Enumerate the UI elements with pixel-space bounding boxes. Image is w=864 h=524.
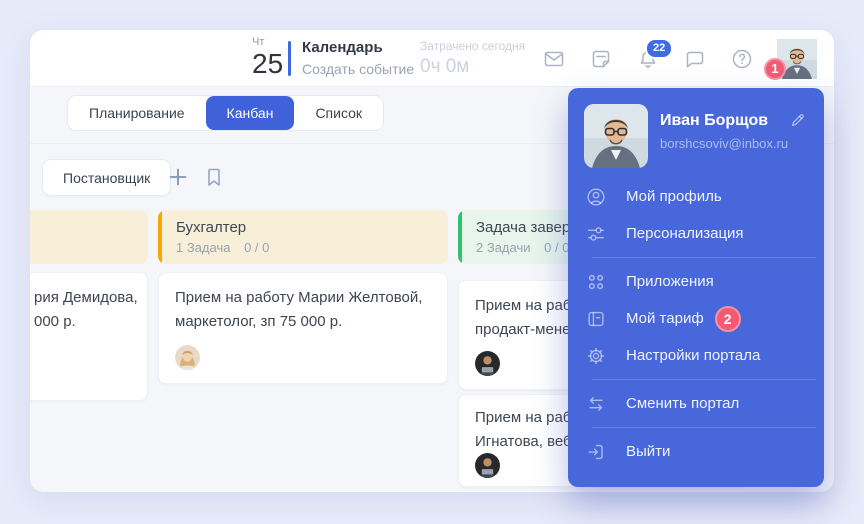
menu-item-label: Приложения (626, 273, 714, 290)
bookmark-icon[interactable] (203, 166, 225, 188)
menu-item-portal-settings[interactable]: Настройки портала (568, 337, 824, 374)
gear-icon (585, 345, 607, 367)
add-filter-icon[interactable] (167, 166, 189, 188)
user-circle-icon (585, 186, 607, 208)
sliders-icon (585, 223, 607, 245)
menu-divider (592, 427, 816, 428)
column-title: Бухгалтер (176, 219, 247, 236)
profile-avatar-button[interactable]: 1 (764, 38, 817, 80)
column-accent-bar (158, 210, 162, 264)
profile-email: borshcsoviv@inbox.ru (660, 136, 789, 151)
view-switcher: Планирование Канбан Список (67, 95, 385, 131)
notifications-count-badge: 22 (645, 37, 674, 59)
tab-planning[interactable]: Планирование (68, 96, 206, 130)
create-event-link[interactable]: Создать событие (302, 61, 414, 77)
profile-menu-list: Мой профиль Персонализация Приложения Мо… (568, 178, 824, 470)
menu-item-label: Настройки портала (626, 347, 761, 364)
menu-item-label: Выйти (626, 443, 671, 460)
menu-item-switch-portal[interactable]: Сменить портал (568, 385, 824, 422)
tariff-icon (585, 308, 607, 330)
tab-kanban[interactable]: Канбан (205, 96, 295, 130)
swap-arrows-icon (585, 393, 607, 415)
page-background: Чт 25 Календарь Создать событие Затрачен… (0, 0, 864, 524)
originator-filter-button[interactable]: Постановщик (42, 159, 172, 196)
tab-list[interactable]: Список (294, 96, 383, 130)
profile-alert-badge: 1 (764, 57, 786, 80)
menu-item-personalization[interactable]: Персонализация (568, 215, 824, 252)
task-card[interactable]: Прием на работу Марии Желтовой, маркетол… (158, 272, 448, 384)
menu-item-apps[interactable]: Приложения (568, 263, 824, 300)
apps-grid-icon (585, 271, 607, 293)
menu-item-logout[interactable]: Выйти (568, 433, 824, 470)
day-number: 25 (252, 48, 284, 79)
profile-name: Иван Борщов (660, 112, 769, 129)
column-counters: 1 Задача 0 / 0 (176, 240, 448, 255)
chat-icon[interactable] (683, 47, 707, 71)
menu-item-label: Мой профиль (626, 188, 722, 205)
column-task-count: 2 Задачи (476, 240, 531, 255)
time-spent-label: Затрачено сегодня (420, 39, 526, 53)
edit-pencil-icon[interactable] (789, 112, 806, 129)
date-block[interactable]: Чт 25 (252, 36, 283, 79)
task-card-text: Прием на работу Марии Желтовой, маркетол… (175, 289, 423, 330)
menu-item-my-tariff[interactable]: Мой тариф 2 (568, 300, 824, 337)
time-spent-block: Затрачено сегодня 0ч 0м (420, 39, 525, 78)
logout-icon (585, 441, 607, 463)
help-icon[interactable] (730, 47, 754, 71)
user-avatar (584, 104, 648, 168)
column-accent-bar (458, 210, 462, 264)
top-bar: Чт 25 Календарь Создать событие Затрачен… (30, 30, 834, 87)
assignee-avatar[interactable] (175, 345, 200, 370)
mail-icon[interactable] (542, 47, 566, 71)
calendar-title[interactable]: Календарь (302, 39, 414, 56)
time-spent-value[interactable]: 0ч 0м (420, 56, 525, 78)
column-task-count: 1 Задача (176, 240, 231, 255)
menu-item-my-profile[interactable]: Мой профиль (568, 178, 824, 215)
kanban-column-header[interactable] (30, 210, 148, 264)
tariff-badge: 2 (714, 305, 741, 332)
task-card[interactable]: рия Демидова, 000 р. (30, 272, 148, 401)
menu-item-label: Персонализация (626, 225, 744, 242)
column-ratio: 0 / 0 (544, 240, 570, 255)
menu-item-label: Мой тариф (626, 310, 704, 327)
menu-divider (592, 379, 816, 380)
date-divider (288, 41, 291, 76)
calendar-quick-block: Календарь Создать событие (302, 39, 414, 77)
menu-item-label: Сменить портал (626, 395, 740, 412)
task-card-text: рия Демидова, 000 р. (34, 289, 138, 330)
kanban-column-header[interactable]: Бухгалтер 1 Задача 0 / 0 (158, 210, 448, 264)
assignee-avatar[interactable] (475, 453, 500, 478)
profile-header: Иван Борщов borshcsoviv@inbox.ru (568, 88, 824, 176)
profile-dropdown-menu: Иван Борщов borshcsoviv@inbox.ru Мой про… (568, 88, 824, 487)
menu-divider (592, 257, 816, 258)
notifications-bell-icon[interactable]: 22 (636, 37, 674, 71)
notes-icon[interactable] (589, 47, 613, 71)
column-ratio: 0 / 0 (244, 240, 270, 255)
assignee-avatar[interactable] (475, 351, 500, 376)
topbar-icons: 22 1 (542, 30, 817, 87)
